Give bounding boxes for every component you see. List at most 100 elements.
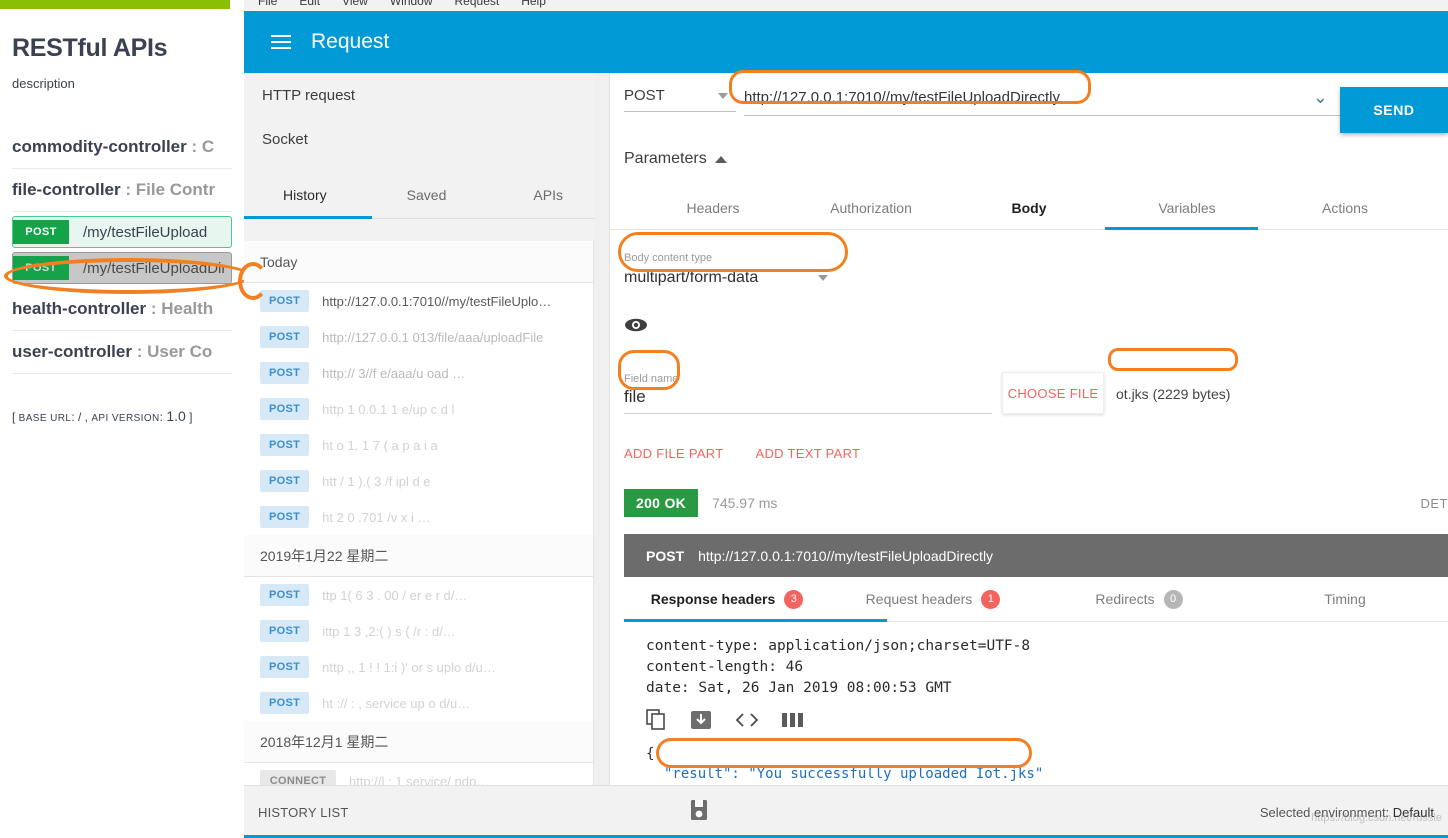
base-url-value: : / , <box>71 410 92 424</box>
hamburger-icon[interactable] <box>271 34 291 50</box>
code-icon[interactable] <box>734 712 760 733</box>
http-method-badge: POST <box>260 506 310 528</box>
http-method-badge: POST <box>260 584 310 606</box>
tab-label: Redirects <box>1095 591 1155 607</box>
url-input[interactable]: http://127.0.0.1:7010//my/testFileUpload… <box>744 87 1340 116</box>
history-item[interactable]: POST ittp 1 3 ,2:( ) s ( /r : d/… <box>244 613 609 649</box>
swagger-group-health-controller[interactable]: health-controller : Health <box>12 288 232 331</box>
group-name: commodity-controller <box>12 137 187 156</box>
tab-request-headers[interactable]: Request headers 1 <box>830 577 1036 621</box>
page-title: RESTful APIs <box>12 34 168 62</box>
request-tabs: Headers Authorization Body Variables Act… <box>610 186 1448 230</box>
history-item[interactable]: POST htt / 1 ).( 3 /f ipl d e <box>244 463 609 499</box>
send-button[interactable]: SEND <box>1340 87 1448 133</box>
group-sep: : <box>186 137 202 156</box>
add-text-part-button[interactable]: ADD TEXT PART <box>756 446 861 461</box>
menu-item-edit[interactable]: Edit <box>299 0 320 7</box>
swagger-operation-testFileUploadDirectly[interactable]: POST /my/testFileUploadDir <box>12 252 232 284</box>
tab-body[interactable]: Body <box>950 186 1108 229</box>
sidebar-item-socket[interactable]: Socket <box>244 117 609 161</box>
tab-history[interactable]: History <box>244 171 366 218</box>
menu-item-file[interactable]: File <box>258 0 277 7</box>
tab-actions[interactable]: Actions <box>1266 186 1424 229</box>
history-item[interactable]: POST http 1 0.0.1 1 e/up c d l <box>244 391 609 427</box>
url-row: POST http://127.0.0.1:7010//my/testFileU… <box>610 73 1448 133</box>
tab-apis[interactable]: APIs <box>487 171 609 218</box>
history-item-url: http:// 3//f e/aaa/u oad … <box>322 365 466 381</box>
tab-response-headers[interactable]: Response headers 3 <box>624 577 830 621</box>
active-tab-indicator <box>244 216 372 219</box>
response-duration: 745.97 ms <box>712 495 778 511</box>
field-name-input[interactable]: Field name file <box>624 373 992 414</box>
swagger-group-user-controller[interactable]: user-controller : User Co <box>12 331 232 374</box>
field-name-label: Field name <box>624 373 679 385</box>
method-select[interactable]: POST <box>624 87 736 112</box>
chevron-up-icon <box>714 155 727 163</box>
history-item[interactable]: POST ht 2 0 .701 /v x i … <box>244 499 609 535</box>
eye-icon[interactable] <box>624 317 1448 338</box>
history-item[interactable]: POST http://127.0.0.1 013/file/aaa/uploa… <box>244 319 609 355</box>
add-file-part-button[interactable]: ADD FILE PART <box>624 446 724 461</box>
page-description: description <box>12 76 75 91</box>
history-list-label[interactable]: HISTORY LIST <box>244 805 349 820</box>
group-desc: User Co <box>147 342 213 361</box>
tab-timing[interactable]: Timing <box>1242 577 1448 621</box>
details-button[interactable]: DET <box>1421 496 1448 511</box>
columns-icon[interactable] <box>782 712 804 733</box>
app-title: Request <box>311 30 390 53</box>
history-item[interactable]: POST nttp ,, 1 ! ! 1:i )' or s uplo d/u… <box>244 649 609 685</box>
history-item[interactable]: POST ht o 1. 1 7 ( a p a i a <box>244 427 609 463</box>
parameters-toggle[interactable]: Parameters <box>624 150 1448 168</box>
tab-count-badge: 1 <box>981 589 1001 609</box>
http-method-badge: POST <box>260 362 310 384</box>
menu-item-view[interactable]: View <box>342 0 368 7</box>
group-sep: : <box>120 180 136 199</box>
menu-item-window[interactable]: Window <box>390 0 433 7</box>
history-item-url: http://127.0.0.1 013/file/aaa/uploadFile <box>322 329 544 345</box>
http-method-badge: POST <box>260 470 310 492</box>
history-item[interactable]: CONNECT http://l : 1 service/ ndp… <box>244 763 609 785</box>
http-method-badge: POST <box>260 398 310 420</box>
choose-file-button[interactable]: CHOOSE FILE <box>1002 372 1104 414</box>
history-list[interactable]: Today POST http://127.0.0.1:7010//my/tes… <box>244 241 609 785</box>
tab-variables[interactable]: Variables <box>1108 186 1266 229</box>
main-scrollbar[interactable] <box>595 73 610 785</box>
group-name: file-controller <box>12 180 121 199</box>
response-method: POST <box>646 547 685 564</box>
menu-item-request[interactable]: Request <box>455 0 500 7</box>
status-badge: 200 OK <box>624 489 699 517</box>
swagger-operation-testFileUpload[interactable]: POST /my/testFileUpload <box>12 216 232 248</box>
response-status-row: 200 OK 745.97 ms DET <box>624 489 1448 517</box>
swagger-group-file-controller[interactable]: file-controller : File Contr <box>12 169 232 212</box>
http-method-badge: POST <box>260 656 310 678</box>
copy-icon[interactable] <box>646 709 668 736</box>
save-icon[interactable] <box>689 799 709 826</box>
tab-redirects[interactable]: Redirects 0 <box>1036 577 1242 621</box>
app-title-bar: Request <box>244 11 1448 73</box>
tab-authorization[interactable]: Authorization <box>792 186 950 229</box>
download-icon[interactable] <box>690 710 712 735</box>
content-type-select[interactable]: multipart/form-data <box>624 264 836 293</box>
history-item[interactable]: POST http:// 3//f e/aaa/u oad … <box>244 355 609 391</box>
menu-item-help[interactable]: Help <box>521 0 546 7</box>
sidebar-item-http-request[interactable]: HTTP request <box>244 73 609 117</box>
history-item[interactable]: POST http://127.0.0.1:7010//my/testFileU… <box>244 283 609 319</box>
history-item[interactable]: POST ht :// : , service up o d/u… <box>244 685 609 721</box>
active-tab-indicator <box>624 619 887 622</box>
environment-indicator[interactable]: Selected environment: Default <box>1260 805 1448 820</box>
history-item-url: nttp ,, 1 ! ! 1:i )' or s uplo d/u… <box>322 659 496 675</box>
tab-label: Request headers <box>865 591 973 607</box>
api-version-number: 1.0 <box>166 408 186 424</box>
tab-saved[interactable]: Saved <box>366 171 488 218</box>
history-item-url: http://l : 1 service/ ndp… <box>349 773 490 786</box>
field-name-value: file <box>624 387 646 406</box>
swagger-group-commodity-controller[interactable]: commodity-controller : C <box>12 126 232 169</box>
http-method-badge: POST <box>260 290 310 312</box>
group-sep: : <box>146 299 162 318</box>
method-value: POST <box>624 87 665 104</box>
history-item-url: ttp 1( 6 3 . 00 / er e r d/… <box>322 587 468 603</box>
history-item[interactable]: POST ttp 1( 6 3 . 00 / er e r d/… <box>244 577 609 613</box>
chevron-down-icon[interactable]: ⌄ <box>1313 87 1328 108</box>
tab-headers[interactable]: Headers <box>634 186 792 229</box>
chevron-down-icon <box>718 92 728 99</box>
